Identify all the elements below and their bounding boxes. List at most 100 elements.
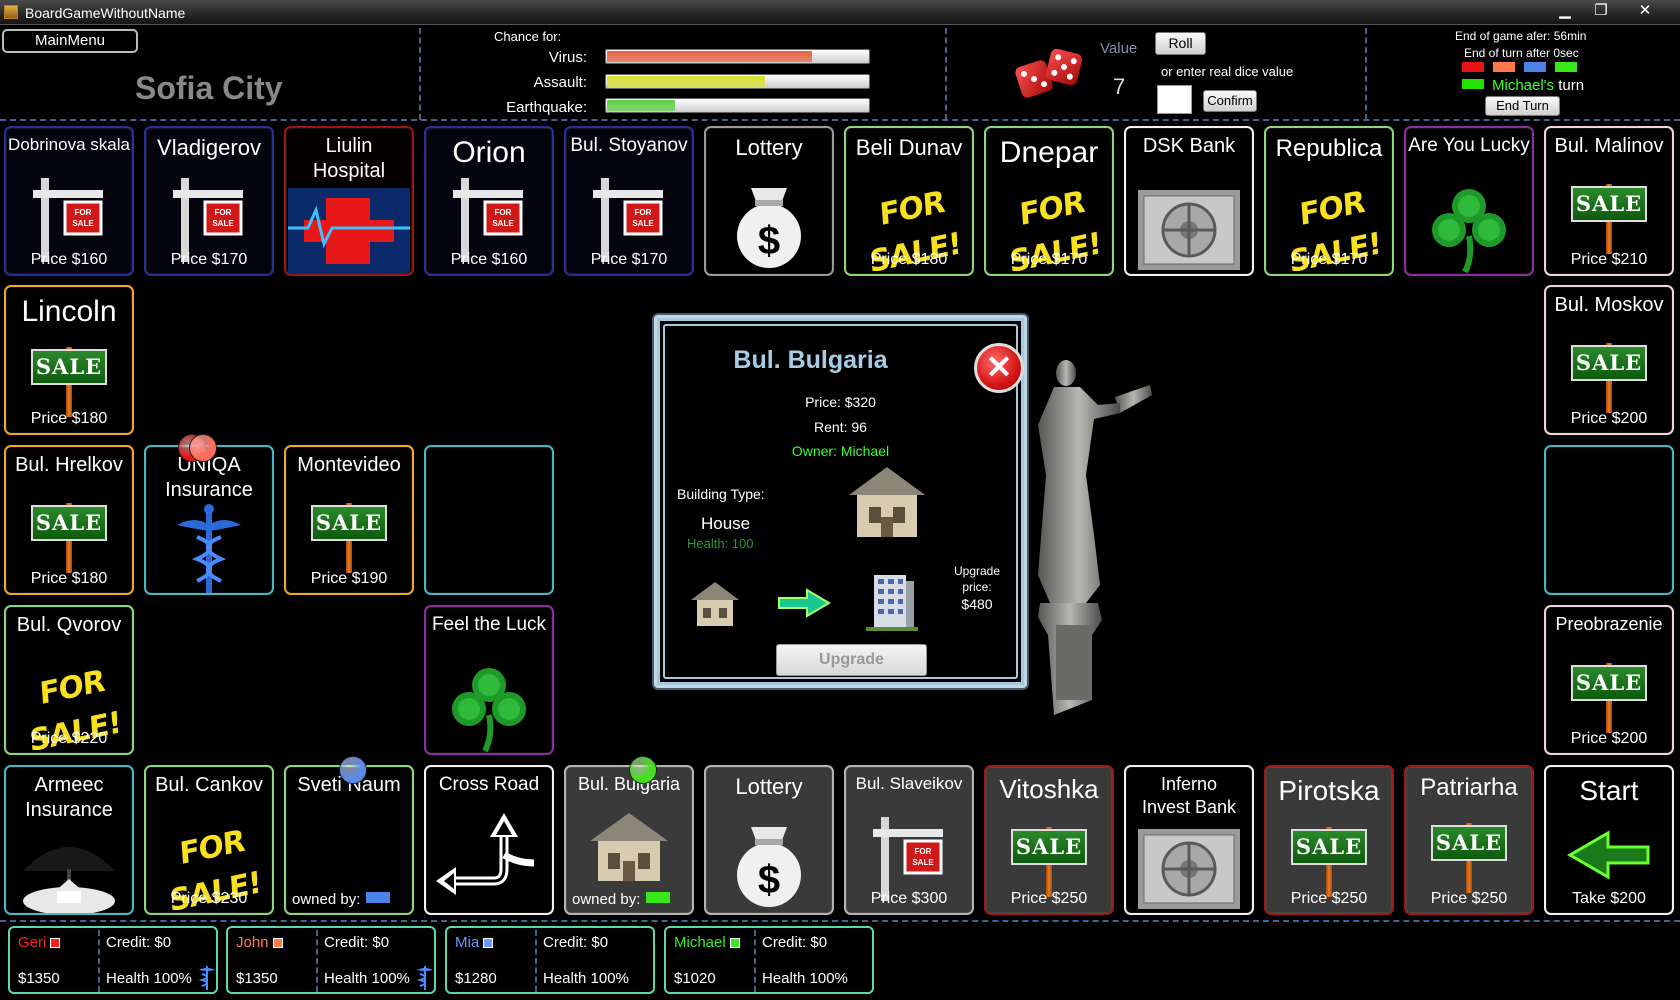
tile-empty[interactable] <box>1544 445 1674 595</box>
tile-empty[interactable] <box>424 445 554 595</box>
player-color-swatch <box>1555 62 1577 72</box>
tile-are-you-lucky[interactable]: Are You Lucky <box>1404 126 1534 276</box>
tile-republica[interactable]: Republica FOR SALE! Price $170 <box>1264 126 1394 276</box>
player-card-john[interactable]: John $1350 Credit: $0 Health 100% <box>226 926 436 994</box>
upgrade-button[interactable]: Upgrade <box>776 644 927 676</box>
sale-sign-icon: SALE <box>1431 813 1507 893</box>
roll-button[interactable]: Roll <box>1155 32 1206 55</box>
tile-bul-slaveikov[interactable]: Bul. Slaveikov FOR SALE Price $300 <box>844 765 974 915</box>
player-card-mia[interactable]: Mia $1280 Credit: $0 Health 100% <box>445 926 655 994</box>
player-token <box>189 434 217 462</box>
tile-name: Beli Dunav <box>855 135 963 160</box>
tile-price: Price $160 <box>30 251 108 268</box>
tile-name: Bul. Bulgaria <box>577 774 681 794</box>
tile-name: Bul. Slaveikov <box>855 774 963 793</box>
svg-text:SALE: SALE <box>632 219 654 228</box>
tile-bul-malinov[interactable]: Bul. Malinov SALE Price $210 <box>1544 126 1674 276</box>
tile-lottery[interactable]: Lottery $ <box>704 765 834 915</box>
cross-road-arrows-icon <box>436 813 535 895</box>
window-title-bar: BoardGameWithoutName ▁ ❐ ✕ <box>0 0 1680 25</box>
tile-bul-moskov[interactable]: Bul. Moskov SALE Price $200 <box>1544 285 1674 435</box>
player-credit: Credit: $0 <box>106 934 172 951</box>
popup-owner: Owner: Michael <box>791 443 890 459</box>
tile-name: Orion <box>452 136 526 169</box>
owner-color-swatch <box>366 892 390 903</box>
sale-sign-icon: SALE <box>1291 817 1367 897</box>
tile-name: Vitoshka <box>999 774 1099 804</box>
current-turn-label: Michael's turn <box>1492 77 1584 94</box>
player-token <box>629 756 657 784</box>
tile-bul-hrelkov[interactable]: Bul. Hrelkov SALE Price $180 <box>4 445 134 595</box>
tile-name: Bul. Malinov <box>1554 135 1664 157</box>
upgrade-price-label: Upgrade price: <box>953 564 1001 594</box>
tile-name: Lottery <box>735 774 803 799</box>
tile-feel-the-luck[interactable]: Feel the Luck <box>424 605 554 755</box>
tile-start[interactable]: Start Take $200 <box>1544 765 1674 915</box>
player-credit: Credit: $0 <box>324 934 390 951</box>
tile-uniqa-insurance[interactable]: UNIQA Insurance <box>144 445 274 595</box>
house-icon <box>590 813 668 881</box>
tile-orion[interactable]: Orion FOR SALE Price $160 <box>424 126 554 276</box>
tile-bul-bulgaria[interactable]: Bul. Bulgaria owned by: <box>564 765 694 915</box>
tile-armeec-insurance[interactable]: Armeec Insurance <box>4 765 134 915</box>
maximize-button[interactable]: ❐ <box>1584 0 1618 24</box>
start-arrow-icon <box>1567 830 1650 880</box>
small-house-icon <box>691 582 739 626</box>
tile-vitoshka[interactable]: Vitoshka SALE Price $250 <box>984 765 1114 915</box>
tile-pirotska[interactable]: Pirotska SALE Price $250 <box>1264 765 1394 915</box>
earthquake-label: Earthquake: <box>506 99 587 116</box>
tile-beli-dunav[interactable]: Beli Dunav FOR SALE! Price $180 <box>844 126 974 276</box>
player-card-michael[interactable]: Michael $1020 Credit: $0 Health 100% <box>664 926 874 994</box>
city-title: Sofia City <box>135 70 283 106</box>
dice-value: 7 <box>1113 74 1126 99</box>
svg-text:FOR: FOR <box>495 208 512 217</box>
sale-sign-icon: SALE <box>1571 333 1647 413</box>
for-sale-sign-icon: FOR SALE <box>453 178 523 262</box>
tile-name: Patriarha <box>1420 774 1518 801</box>
player-card-geri[interactable]: Geri $1350 Credit: $0 Health 100% <box>8 926 218 994</box>
tile-bul-qvorov[interactable]: Bul. Qvorov FOR SALE! Price $220 <box>4 605 134 755</box>
for-sale-banner: FOR SALE! <box>1008 184 1102 276</box>
tile-price: Price $180 <box>870 251 948 268</box>
tile-dnepar[interactable]: Dnepar FOR SALE! Price $170 <box>984 126 1114 276</box>
tile-lincoln[interactable]: Lincoln SALE Price $180 <box>4 285 134 435</box>
tile-dobrinova-skala[interactable]: Dobrinova skala FOR SALE Price $160 <box>4 126 134 276</box>
svg-text:FOR: FOR <box>215 208 232 217</box>
tile-sveti-naum[interactable]: Sveti Naum owned by: <box>284 765 414 915</box>
tile-price: Price $190 <box>310 570 388 587</box>
tile-cross-road[interactable]: Cross Road <box>424 765 554 915</box>
player-color-swatch <box>483 938 494 949</box>
main-menu-button[interactable]: MainMenu <box>2 29 138 53</box>
money-bag-icon: $ <box>737 188 801 268</box>
svg-text:SALE: SALE <box>492 219 514 228</box>
dice-value-input[interactable] <box>1157 85 1192 114</box>
close-window-button[interactable]: ✕ <box>1628 0 1662 24</box>
tile-patriarha[interactable]: Patriarha SALE Price $250 <box>1404 765 1534 915</box>
tile-montevideo[interactable]: Montevideo SALE Price $190 <box>284 445 414 595</box>
tile-bul-cankov[interactable]: Bul. Cankov FOR SALE! Price $230 <box>144 765 274 915</box>
sale-sign-icon: SALE <box>1011 817 1087 897</box>
tile-name: Start <box>1579 775 1639 806</box>
tile-preobrazenie[interactable]: Preobrazenie SALE Price $200 <box>1544 605 1674 755</box>
tile-bul-stoyanov[interactable]: Bul. Stoyanov FOR SALE Price $170 <box>564 126 694 276</box>
end-of-game-timer: End of game afer: 56min <box>1455 29 1587 43</box>
svg-text:FOR: FOR <box>915 847 932 856</box>
tile-lottery[interactable]: Lottery $ <box>704 126 834 276</box>
sale-sign-icon: SALE <box>311 493 387 573</box>
tile-price: Price $160 <box>450 251 528 268</box>
tile-dsk-bank[interactable]: DSK Bank <box>1124 126 1254 276</box>
tile-price: Price $300 <box>870 890 948 907</box>
confirm-button[interactable]: Confirm <box>1203 90 1257 112</box>
end-turn-button[interactable]: End Turn <box>1485 96 1560 116</box>
tile-inferno-invest-bank[interactable]: Inferno Invest Bank <box>1124 765 1254 915</box>
tile-price: Price $220 <box>30 730 108 747</box>
close-popup-button[interactable]: ✕ <box>974 343 1024 393</box>
player-credit: Credit: $0 <box>543 934 609 951</box>
tile-name: Cross Road <box>438 774 540 795</box>
dice-value-label: Value <box>1100 40 1138 57</box>
player-color-swatch <box>50 938 61 949</box>
tile-liulin-hospital[interactable]: Liulin Hospital <box>284 126 414 276</box>
tile-vladigerov[interactable]: Vladigerov FOR SALE Price $170 <box>144 126 274 276</box>
player-money: $1350 <box>236 970 278 987</box>
minimize-button[interactable]: ▁ <box>1548 0 1582 24</box>
